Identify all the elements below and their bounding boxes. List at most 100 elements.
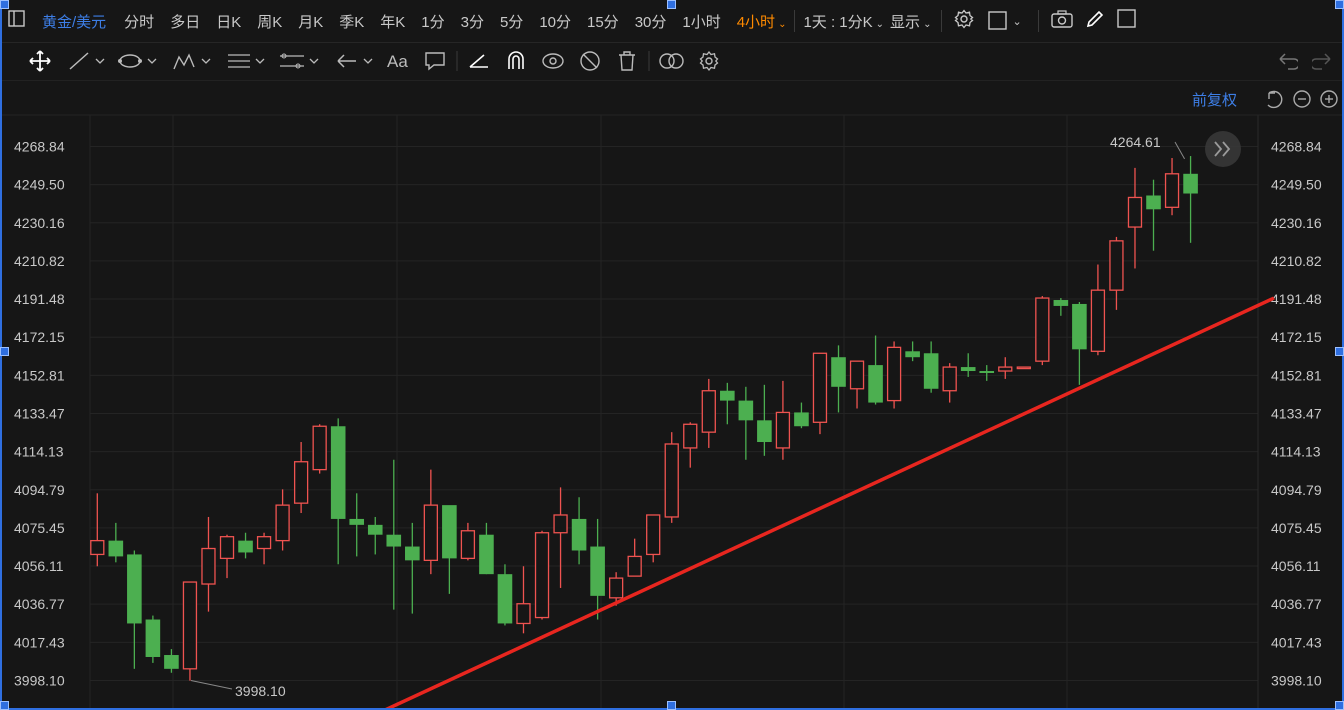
tab-timeframe[interactable]: 周K [257, 11, 282, 32]
zoom-in-icon[interactable] [1320, 90, 1338, 108]
more-icon[interactable] [1116, 8, 1137, 34]
price-tick-label: 3998.10 [14, 672, 65, 688]
price-tick-label: 4191.48 [14, 291, 65, 307]
price-tick-label: 4114.13 [14, 444, 64, 460]
candle [108, 522, 124, 563]
pencil-icon[interactable] [1085, 9, 1105, 34]
candle-body [627, 555, 642, 577]
candle [256, 532, 272, 565]
hide-drawings-icon[interactable] [578, 49, 602, 73]
chevron-down-icon: ⌄ [875, 18, 885, 30]
symbol-selector[interactable]: 黄金/美元 [42, 11, 106, 32]
resize-handle[interactable] [1335, 701, 1344, 710]
shape-tool-icon[interactable] [118, 49, 162, 73]
candlestick-chart[interactable]: 4268.84 4249.50 4230.16 4210.82 4191.48 4172.… [0, 81, 1344, 710]
price-tick-label: 4094.79 [1271, 482, 1322, 498]
trash-icon[interactable] [616, 49, 638, 73]
reset-zoom-icon[interactable] [1267, 90, 1283, 109]
candle-body [145, 619, 161, 657]
candle-body [479, 534, 494, 575]
candle-body [868, 365, 883, 403]
resize-handle[interactable] [667, 0, 676, 9]
tab-timeframe[interactable]: 1分 [421, 11, 444, 32]
sidebar-toggle-icon[interactable] [8, 9, 26, 33]
candle [182, 581, 198, 681]
resize-handle[interactable] [0, 701, 9, 710]
candle [516, 566, 531, 634]
tab-timeframe[interactable]: 季K [339, 11, 364, 32]
price-tick-label: 4133.47 [1271, 405, 1322, 421]
layout-square-icon[interactable]: ⌄ [988, 11, 1022, 31]
pattern-tool-icon[interactable] [172, 49, 216, 73]
adjust-price-toggle[interactable]: 前复权 [1192, 91, 1237, 109]
tab-timeframe[interactable]: 日K [216, 11, 241, 32]
tab-timeframe[interactable]: 5分 [500, 11, 523, 32]
tab-timeframe[interactable]: 分时 [124, 11, 154, 32]
move-arrows-icon[interactable] [28, 49, 52, 73]
candle-body [182, 581, 198, 670]
candle-body [1035, 297, 1050, 362]
trendline[interactable] [383, 296, 1275, 710]
candle-body [201, 547, 216, 585]
candle-body [720, 390, 735, 401]
tab-timeframe[interactable]: 年K [380, 11, 405, 32]
arrow-left-icon[interactable] [334, 49, 378, 73]
resize-handle[interactable] [0, 347, 9, 356]
undo-icon[interactable] [1276, 49, 1298, 73]
magnet-icon[interactable] [504, 49, 528, 73]
redo-icon[interactable] [1312, 49, 1334, 73]
channel-tool-icon[interactable] [278, 49, 322, 73]
resize-handle[interactable] [0, 0, 9, 9]
candle-body [1146, 195, 1161, 210]
candle [1016, 366, 1031, 370]
candle [979, 365, 995, 381]
candle [701, 378, 716, 448]
tab-timeframe[interactable]: 10分 [539, 11, 571, 32]
candle-body [1053, 300, 1069, 306]
scroll-to-latest-button[interactable] [1205, 131, 1241, 167]
candle-body [812, 352, 828, 423]
tab-timeframe[interactable]: 30分 [635, 11, 667, 32]
price-tick-label: 4268.84 [14, 139, 65, 155]
candle-body [460, 530, 476, 560]
drawing-toolbar: Aa [0, 43, 1344, 81]
text-tool-icon[interactable]: Aa [386, 49, 412, 73]
range-selector[interactable]: 1天 : 1分K ⌄ [803, 11, 884, 32]
zoom-out-icon[interactable] [1293, 90, 1311, 108]
right-price-axis: 4268.84 4249.50 4230.16 4210.82 4191.48 4172.… [1271, 139, 1322, 689]
tab-timeframe[interactable]: 多日 [170, 11, 200, 32]
candle-body [238, 540, 253, 553]
visibility-icon[interactable] [541, 49, 565, 73]
settings-gear-icon[interactable] [954, 8, 974, 34]
tab-timeframe[interactable]: 1小时 [682, 11, 720, 32]
tab-timeframe[interactable]: 15分 [587, 11, 619, 32]
price-tick-label: 3998.10 [1271, 672, 1322, 688]
comment-icon[interactable] [424, 49, 446, 73]
display-menu[interactable]: 显示 ⌄ [890, 11, 931, 32]
chevron-down-icon: ⌄ [1012, 15, 1022, 28]
tab-timeframe[interactable]: 月K [298, 11, 323, 32]
resize-handle[interactable] [667, 701, 676, 710]
divider [941, 10, 943, 32]
candle-body [960, 367, 976, 372]
low-marker-leader [190, 679, 233, 690]
price-tick-label: 4017.43 [1271, 634, 1322, 650]
svg-text:Aa: Aa [387, 52, 408, 71]
tab-active-timeframe[interactable]: 4小时 ⌄ [737, 11, 787, 32]
angle-tool-icon[interactable] [468, 49, 490, 73]
compare-icon[interactable] [658, 49, 686, 73]
candle-body [1183, 173, 1198, 194]
candle [275, 489, 290, 551]
line-tool-icon[interactable] [68, 49, 108, 73]
drawing-settings-icon[interactable] [698, 49, 720, 73]
price-tick-label: 4191.48 [1271, 291, 1322, 307]
tab-timeframe[interactable]: 3分 [461, 11, 484, 32]
candle-body [90, 539, 105, 556]
candle-body [998, 366, 1013, 372]
camera-icon[interactable] [1050, 9, 1073, 33]
resize-handle[interactable] [1335, 0, 1344, 9]
fib-tool-icon[interactable] [226, 49, 270, 73]
candle-body [256, 536, 272, 550]
high-marker-leader [1174, 141, 1186, 160]
resize-handle[interactable] [1335, 347, 1344, 356]
